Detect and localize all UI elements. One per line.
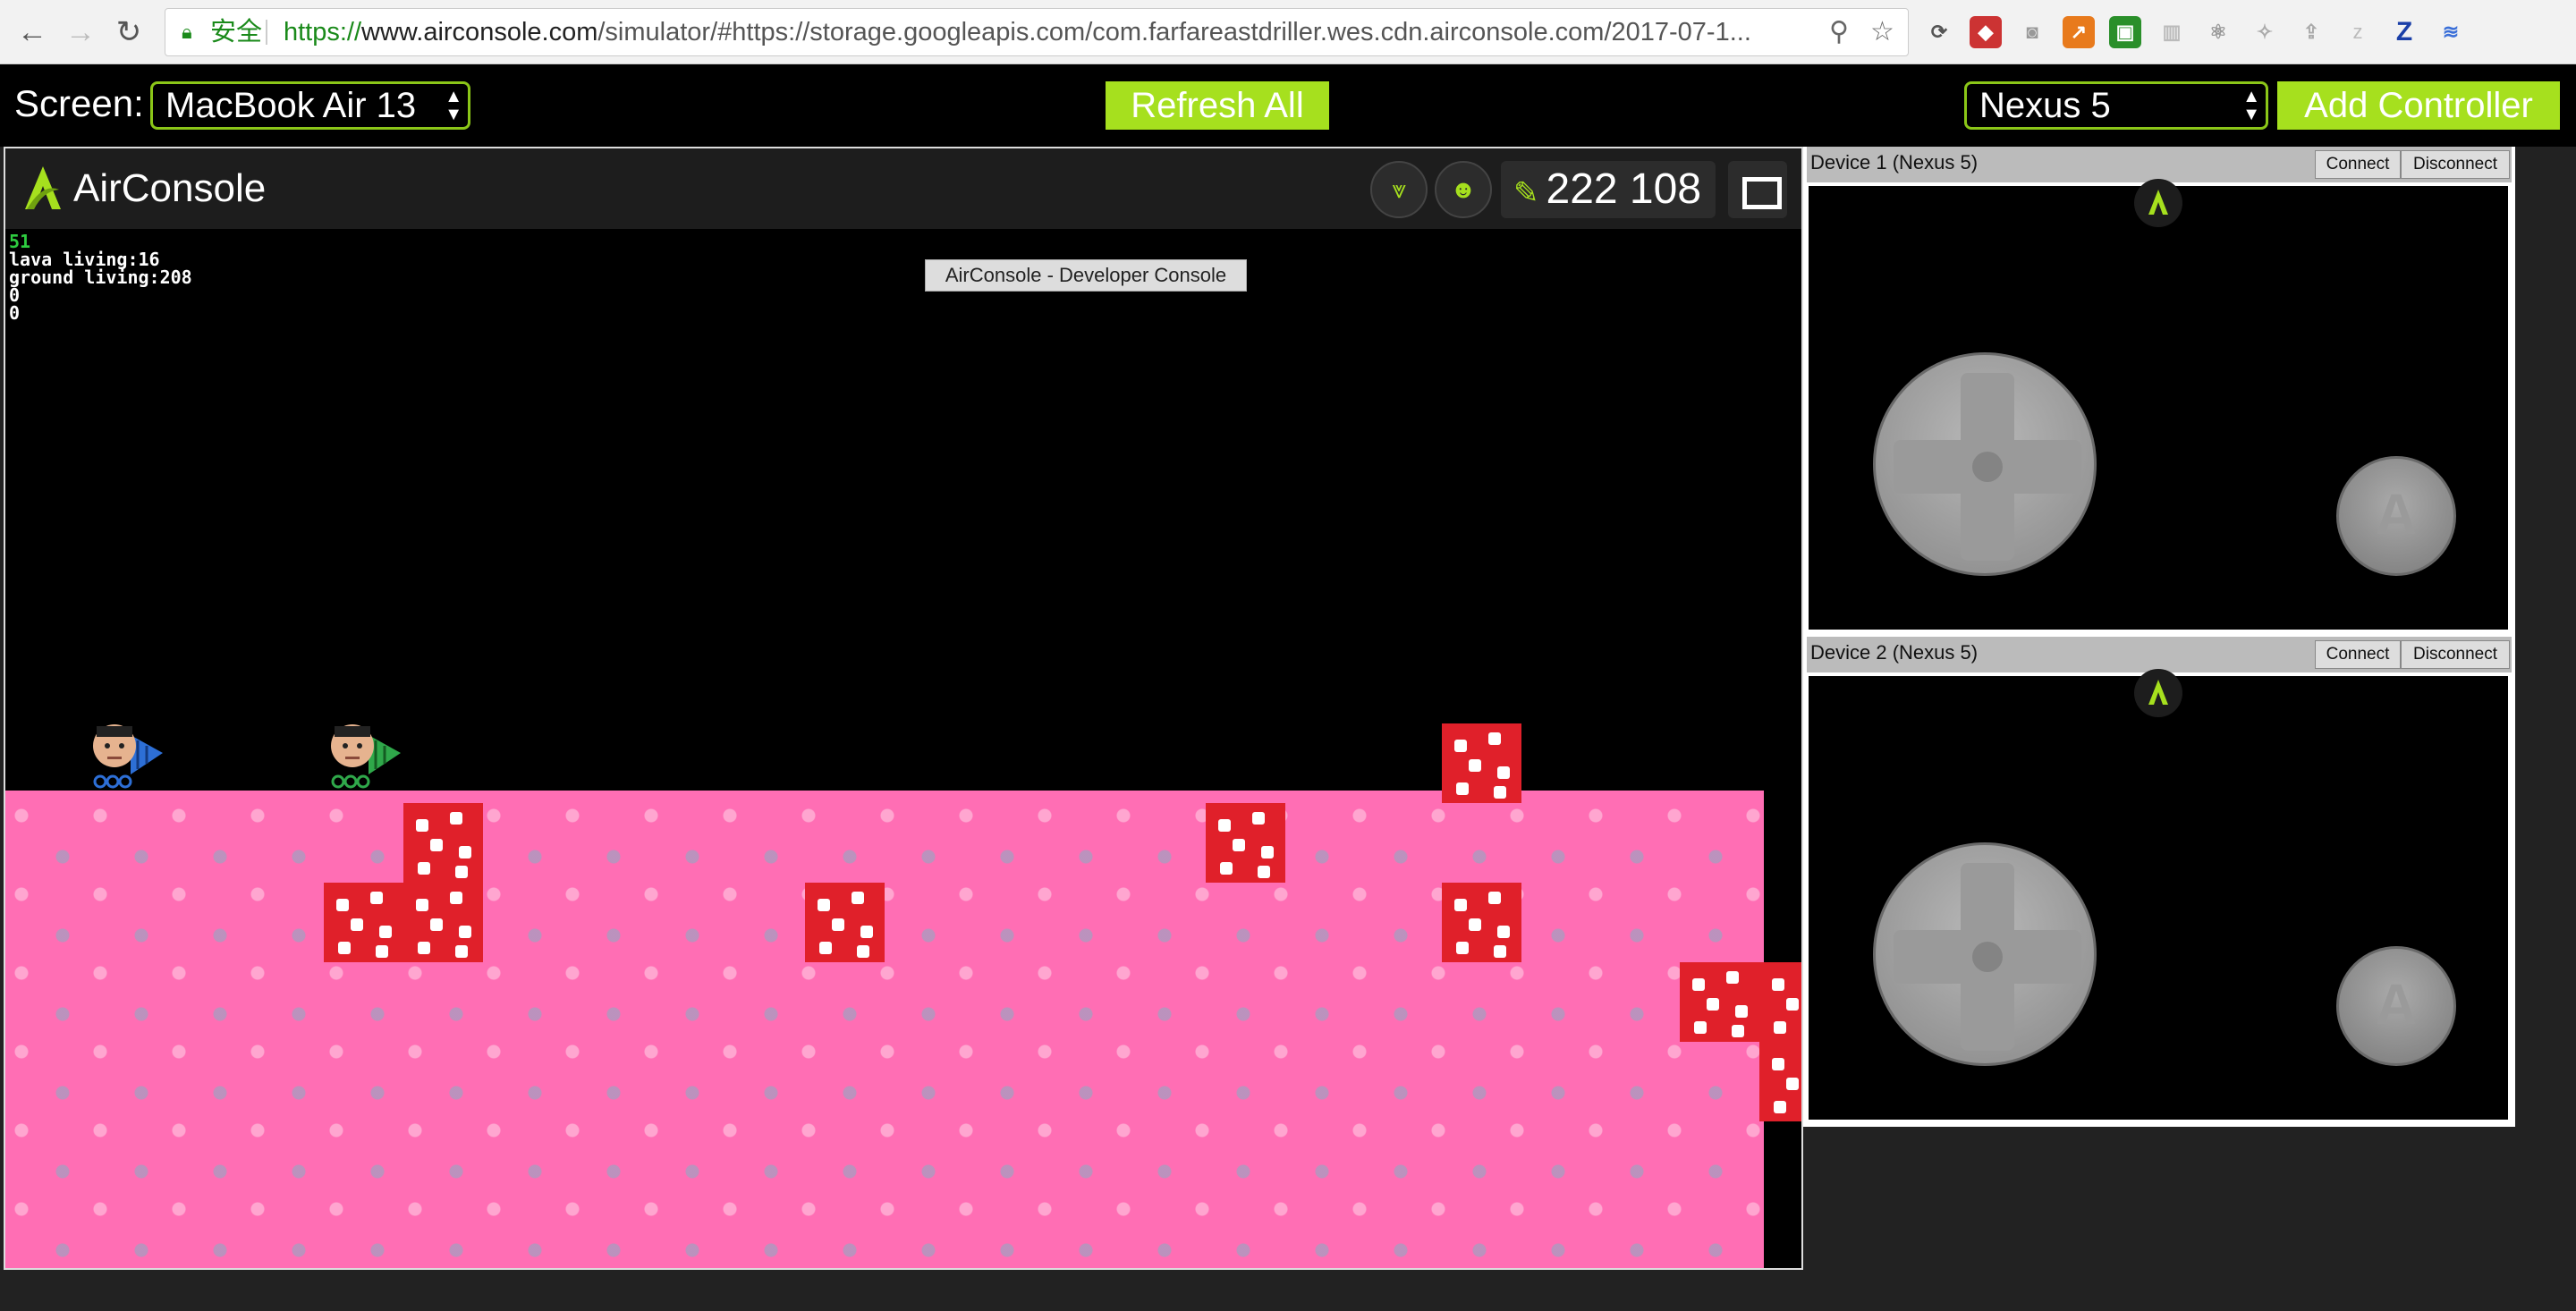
airconsole-title: AirConsole bbox=[73, 166, 267, 210]
debug-line: 51 bbox=[9, 231, 31, 252]
device-2-title: Device 2 (Nexus 5) bbox=[1810, 641, 1979, 664]
dpad-center bbox=[1972, 452, 2003, 482]
pencil-icon: ✎ bbox=[1513, 176, 1539, 210]
dpad-center bbox=[1972, 942, 2003, 972]
secure-label: 安全 bbox=[210, 18, 263, 47]
add-controller-button[interactable]: Add Controller bbox=[2277, 81, 2560, 130]
device-1-title: Device 1 (Nexus 5) bbox=[1810, 151, 1979, 173]
lava-block bbox=[1442, 883, 1521, 962]
device-1-a-button[interactable]: A bbox=[2336, 456, 2456, 576]
sync-extension-icon[interactable]: ⟳ bbox=[1923, 16, 1955, 48]
device-1-disconnect-button[interactable]: Disconnect bbox=[2401, 150, 2510, 179]
lava-block bbox=[1680, 962, 1759, 1042]
device-1-screen: A bbox=[1809, 179, 2508, 630]
device-2-a-button[interactable]: A bbox=[2336, 946, 2456, 1066]
browser-toolbar: ← → ↻ 🔒︎ 安全 https://www.airconsole.com/s… bbox=[0, 0, 2576, 64]
game-screen[interactable]: AirConsole ⩔ ☻ ✎ 222 108 51 lava living:1… bbox=[4, 147, 1803, 1270]
debug-line: lava living:16 bbox=[9, 249, 160, 270]
debug-output: 51 lava living:16 ground living:208 0 0 bbox=[9, 233, 192, 322]
connect-code-value: 222 108 bbox=[1546, 165, 1702, 213]
z-small-extension-icon[interactable]: z bbox=[2342, 16, 2374, 48]
layout-extension-icon[interactable]: ▥ bbox=[2156, 16, 2188, 48]
lava-block bbox=[403, 803, 483, 883]
device-2-connect-button[interactable]: Connect bbox=[2315, 640, 2401, 669]
screen-select[interactable]: MacBook Air 13 ▲ ▼ bbox=[150, 81, 470, 130]
url-text[interactable]: https://www.airconsole.com/simulator/#ht… bbox=[284, 9, 1751, 55]
player-green-driller bbox=[324, 717, 404, 789]
back-arrow-icon[interactable]: ← bbox=[14, 14, 50, 50]
puzzle-extension-icon[interactable]: ✧ bbox=[2249, 16, 2281, 48]
react-extension-icon[interactable]: ⚛ bbox=[2202, 16, 2234, 48]
share-extension-icon[interactable]: ⇪ bbox=[2295, 16, 2327, 48]
address-divider bbox=[266, 20, 267, 45]
profile-icon[interactable]: ☻ bbox=[1435, 161, 1492, 218]
debug-line: 0 bbox=[9, 284, 21, 306]
forward-arrow-icon[interactable]: → bbox=[63, 14, 98, 50]
address-bar[interactable]: 🔒︎ 安全 https://www.airconsole.com/simulat… bbox=[165, 8, 1909, 56]
zoom-icon[interactable]: ⚲ bbox=[1829, 9, 1849, 55]
lava-block bbox=[324, 883, 403, 962]
screen-select-value: MacBook Air 13 bbox=[165, 86, 417, 125]
select-arrows-icon: ▲ ▼ bbox=[2242, 87, 2260, 124]
device-select-value: Nexus 5 bbox=[1979, 86, 2111, 125]
debug-line: ground living:208 bbox=[9, 266, 192, 288]
extensions-area: ⟳ ◆ ◙ ↗ ▣ ▥ ⚛ ✧ ⇪ z Z ≋ bbox=[1923, 16, 2467, 48]
device-2-panel: Device 2 (Nexus 5) Connect Disconnect A bbox=[1803, 637, 2515, 1127]
airconsole-small-logo-icon bbox=[2134, 669, 2182, 717]
controller-icon[interactable]: ⩔ bbox=[1370, 161, 1428, 218]
lava-block bbox=[1759, 962, 1801, 1042]
simulator-toolbar: Screen: MacBook Air 13 ▲ ▼ Refresh All Ne… bbox=[0, 64, 2576, 147]
refresh-all-button[interactable]: Refresh All bbox=[1106, 81, 1329, 130]
lava-block bbox=[1759, 1042, 1801, 1121]
bookmark-star-icon[interactable]: ☆ bbox=[1870, 9, 1894, 55]
pink-ground bbox=[5, 791, 1764, 1268]
device-1-connect-button[interactable]: Connect bbox=[2315, 150, 2401, 179]
devices-panel: Device 1 (Nexus 5) Connect Disconnect A … bbox=[1803, 147, 2519, 1127]
lava-block bbox=[805, 883, 885, 962]
screen-label: Screen: bbox=[14, 82, 144, 124]
green-extension-icon[interactable]: ▣ bbox=[2109, 16, 2141, 48]
red-extension-icon[interactable]: ◆ bbox=[1970, 16, 2002, 48]
airconsole-small-logo-icon bbox=[2134, 179, 2182, 227]
connect-code: ✎ 222 108 bbox=[1501, 161, 1716, 218]
device-2-screen: A bbox=[1809, 669, 2508, 1120]
device-2-dpad[interactable] bbox=[1873, 842, 2097, 1066]
select-arrows-icon: ▲ ▼ bbox=[445, 87, 462, 124]
lava-block bbox=[1206, 803, 1285, 883]
lava-block bbox=[1442, 723, 1521, 803]
device-1-panel: Device 1 (Nexus 5) Connect Disconnect A bbox=[1803, 147, 2515, 637]
bottom-strip bbox=[0, 1270, 2576, 1311]
player-blue-driller bbox=[86, 717, 166, 789]
reload-icon[interactable]: ↻ bbox=[111, 14, 147, 50]
airconsole-logo-icon bbox=[25, 166, 61, 209]
device-select[interactable]: Nexus 5 ▲ ▼ bbox=[1964, 81, 2268, 130]
fullscreen-icon[interactable] bbox=[1728, 161, 1787, 218]
lava-block bbox=[403, 883, 483, 962]
device-2-disconnect-button[interactable]: Disconnect bbox=[2401, 640, 2510, 669]
z-extension-icon[interactable]: Z bbox=[2388, 16, 2420, 48]
airconsole-header: AirConsole ⩔ ☻ ✎ 222 108 bbox=[5, 148, 1801, 229]
device-1-dpad[interactable] bbox=[1873, 352, 2097, 576]
lock-icon: 🔒︎ bbox=[182, 21, 192, 43]
wave-extension-icon[interactable]: ≋ bbox=[2435, 16, 2467, 48]
debug-line: 0 bbox=[9, 302, 21, 324]
camera-extension-icon[interactable]: ◙ bbox=[2016, 16, 2048, 48]
chart-extension-icon[interactable]: ↗ bbox=[2063, 16, 2095, 48]
developer-console-tooltip[interactable]: AirConsole - Developer Console bbox=[925, 259, 1247, 292]
